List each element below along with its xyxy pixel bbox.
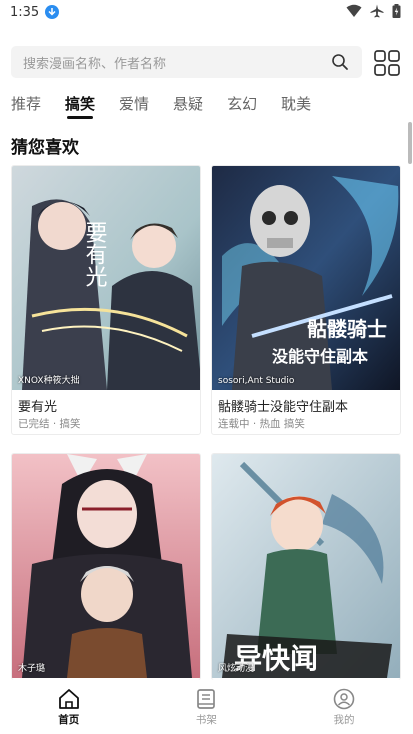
airplane-icon [370,4,384,18]
tab-fantasy[interactable]: 玄幻 [227,93,257,119]
comic-meta: 连载中 · 热血 搞笑 [218,418,305,430]
comic-title: 要有光 [18,400,58,415]
bottom-navigation: 首页 书架 我的 [0,680,413,734]
author-tag: 风炫动漫 [218,664,255,674]
status-icons [346,4,401,18]
scrollbar[interactable] [408,122,412,164]
tab-recommend[interactable]: 推荐 [11,93,41,119]
nav-label-home: 首页 [58,714,80,726]
status-bar: 1:35 [0,0,413,24]
tab-bl[interactable]: 耽美 [281,93,311,119]
cover-title-art: 要有光 [82,221,108,287]
comic-cover: 骷髅骑士 没能守住副本 sosori,Ant Studio [212,166,400,390]
home-icon [58,689,79,709]
nav-profile[interactable]: 我的 [275,680,413,734]
book-icon [197,689,216,709]
profile-icon [333,688,355,710]
author-tag: 木子璐 [18,664,46,674]
download-notification-icon [45,5,60,19]
cover-subtitle-art: 没能守住副本 [272,347,368,366]
comic-title: 骷髅骑士没能守住副本 [218,400,349,415]
cover-title-art: 骷髅骑士 [307,317,387,341]
comic-card[interactable]: 木子璐 [11,453,201,680]
search-placeholder: 搜索漫画名称、作者名称 [23,56,167,72]
search-input[interactable]: 搜索漫画名称、作者名称 [11,46,362,78]
comic-cover: 木子璐 [12,454,200,678]
category-tabs: 推荐 搞笑 爱情 悬疑 玄幻 耽美 [11,93,335,119]
comic-card[interactable]: 要有光 XNOX种筱大拙 要有光 已完结 · 搞笑 [11,165,201,435]
nav-home[interactable]: 首页 [0,680,138,734]
comic-card[interactable]: 异快闻 风炫动漫 [211,453,401,680]
search-icon[interactable] [330,52,350,72]
tab-comedy[interactable]: 搞笑 [65,93,95,119]
comic-cover: 要有光 XNOX种筱大拙 [12,166,200,390]
tab-mystery[interactable]: 悬疑 [173,93,203,119]
nav-label-profile: 我的 [333,714,355,726]
comic-card[interactable]: 骷髅骑士 没能守住副本 sosori,Ant Studio 骷髅骑士没能守住副本… [211,165,401,435]
section-title: 猜您喜欢 [11,138,79,158]
wifi-icon [346,4,362,17]
status-time: 1:35 [10,4,40,20]
nav-bookshelf[interactable]: 书架 [138,680,276,734]
comic-meta: 已完结 · 搞笑 [18,418,81,430]
author-tag: XNOX种筱大拙 [18,376,80,386]
category-grid-icon[interactable] [374,50,400,76]
author-tag: sosori,Ant Studio [218,376,295,386]
battery-icon [392,4,401,18]
comic-cover: 异快闻 风炫动漫 [212,454,400,678]
tab-romance[interactable]: 爱情 [119,93,149,119]
nav-label-bookshelf: 书架 [195,714,217,726]
